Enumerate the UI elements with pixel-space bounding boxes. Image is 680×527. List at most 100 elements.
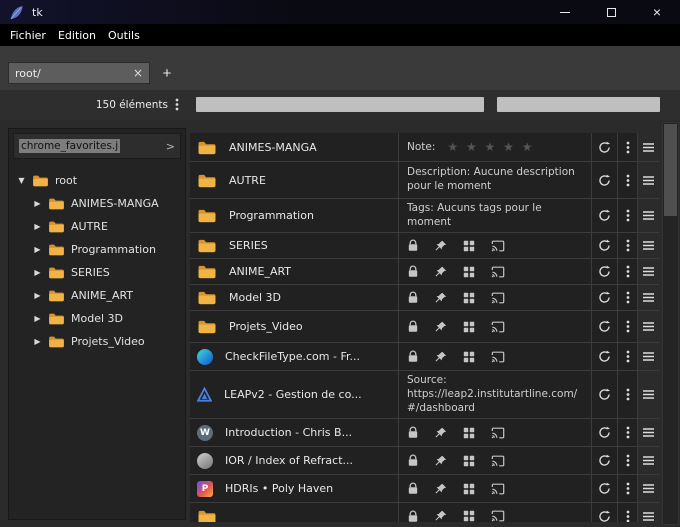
more-options-button[interactable] bbox=[617, 259, 637, 285]
pin-icon[interactable] bbox=[435, 292, 447, 304]
lock-icon[interactable] bbox=[407, 291, 419, 304]
pin-icon[interactable] bbox=[435, 321, 447, 333]
list-item[interactable]: AUTRE Description: Aucune description po… bbox=[190, 162, 659, 199]
menu-fichier[interactable]: Fichier bbox=[4, 29, 52, 42]
list-item[interactable]: Projets_Video bbox=[190, 311, 659, 344]
list-item[interactable]: ANIMES-MANGA Note: ★ ★ ★ ★ ★ bbox=[190, 133, 659, 162]
cast-icon[interactable] bbox=[491, 510, 505, 522]
tree-item-series[interactable]: ▶ SERIES bbox=[9, 261, 185, 284]
pin-icon[interactable] bbox=[435, 266, 447, 278]
tree-item-anime-art[interactable]: ▶ ANIME_ART bbox=[9, 284, 185, 307]
more-options-button[interactable] bbox=[617, 475, 637, 503]
more-options-button[interactable] bbox=[617, 133, 637, 161]
expander-closed-icon[interactable]: ▶ bbox=[33, 337, 42, 346]
cast-icon[interactable] bbox=[491, 240, 505, 252]
refresh-button[interactable] bbox=[592, 259, 617, 284]
expand-arrow-icon[interactable]: > bbox=[166, 140, 175, 153]
maximize-button[interactable] bbox=[588, 0, 634, 24]
minimize-button[interactable] bbox=[542, 0, 588, 24]
refresh-button[interactable] bbox=[592, 233, 617, 258]
menu-button[interactable] bbox=[637, 311, 659, 343]
cast-icon[interactable] bbox=[491, 292, 505, 304]
cast-icon[interactable] bbox=[491, 321, 505, 333]
more-options-button[interactable] bbox=[617, 233, 637, 259]
refresh-button[interactable] bbox=[592, 419, 617, 446]
grid-icon[interactable] bbox=[463, 455, 475, 467]
grid-icon[interactable] bbox=[463, 321, 475, 333]
cast-icon[interactable] bbox=[491, 483, 505, 495]
pin-icon[interactable] bbox=[435, 427, 447, 439]
expander-closed-icon[interactable]: ▶ bbox=[33, 268, 42, 277]
menu-button[interactable] bbox=[637, 343, 659, 371]
refresh-button[interactable] bbox=[592, 503, 617, 522]
refresh-button[interactable] bbox=[592, 311, 617, 342]
close-button[interactable]: × bbox=[634, 0, 680, 24]
lock-icon[interactable] bbox=[407, 454, 419, 467]
menu-button[interactable] bbox=[637, 233, 659, 259]
vertical-scrollbar[interactable] bbox=[662, 122, 679, 525]
path-input[interactable]: root/ × bbox=[8, 62, 150, 84]
expander-closed-icon[interactable]: ▶ bbox=[33, 199, 42, 208]
expander-open-icon[interactable]: ▼ bbox=[17, 176, 26, 185]
list-item[interactable] bbox=[190, 503, 659, 522]
cast-icon[interactable] bbox=[491, 427, 505, 439]
lock-icon[interactable] bbox=[407, 265, 419, 278]
grid-icon[interactable] bbox=[463, 483, 475, 495]
refresh-button[interactable] bbox=[592, 285, 617, 310]
list-item[interactable]: Model 3D bbox=[190, 285, 659, 312]
tree-item-projets-video[interactable]: ▶ Projets_Video bbox=[9, 330, 185, 353]
list-item[interactable]: LEAPv2 - Gestion de co... Source: https:… bbox=[190, 371, 659, 420]
menu-button[interactable] bbox=[637, 133, 659, 161]
lock-icon[interactable] bbox=[407, 320, 419, 333]
clear-path-icon[interactable]: × bbox=[133, 66, 143, 80]
list-item[interactable]: Programmation Tags: Aucuns tags pour le … bbox=[190, 199, 659, 234]
menu-button[interactable] bbox=[637, 475, 659, 503]
grid-icon[interactable] bbox=[463, 351, 475, 363]
more-options-button[interactable] bbox=[617, 343, 637, 371]
tree-item-autre[interactable]: ▶ AUTRE bbox=[9, 215, 185, 238]
star-rating[interactable]: ★ ★ ★ ★ ★ bbox=[447, 140, 534, 154]
expander-closed-icon[interactable]: ▶ bbox=[33, 291, 42, 300]
refresh-button[interactable] bbox=[592, 371, 617, 418]
menu-button[interactable] bbox=[637, 447, 659, 475]
pin-icon[interactable] bbox=[435, 351, 447, 363]
refresh-button[interactable] bbox=[592, 199, 617, 232]
more-options-button[interactable] bbox=[617, 447, 637, 475]
pin-icon[interactable] bbox=[435, 455, 447, 467]
count-options-icon[interactable] bbox=[175, 98, 179, 111]
pin-icon[interactable] bbox=[435, 510, 447, 522]
file-input[interactable]: chrome_favorites.j > bbox=[13, 133, 181, 159]
grid-icon[interactable] bbox=[463, 510, 475, 522]
lock-icon[interactable] bbox=[407, 426, 419, 439]
lock-icon[interactable] bbox=[407, 239, 419, 252]
more-options-button[interactable] bbox=[617, 162, 637, 198]
refresh-button[interactable] bbox=[592, 162, 617, 198]
list-item[interactable]: ANIME_ART bbox=[190, 259, 659, 286]
tree-item-root[interactable]: ▼ root bbox=[9, 169, 185, 192]
list-item[interactable]: SERIES bbox=[190, 233, 659, 260]
menu-button[interactable] bbox=[637, 503, 659, 522]
pin-icon[interactable] bbox=[435, 240, 447, 252]
tree-item-programmation[interactable]: ▶ Programmation bbox=[9, 238, 185, 261]
lock-icon[interactable] bbox=[407, 510, 419, 522]
pin-icon[interactable] bbox=[435, 483, 447, 495]
menu-button[interactable] bbox=[637, 285, 659, 311]
tree-item-model-3d[interactable]: ▶ Model 3D bbox=[9, 307, 185, 330]
menu-button[interactable] bbox=[637, 419, 659, 447]
refresh-button[interactable] bbox=[592, 133, 617, 161]
more-options-button[interactable] bbox=[617, 503, 637, 522]
expander-closed-icon[interactable]: ▶ bbox=[33, 314, 42, 323]
grid-icon[interactable] bbox=[463, 427, 475, 439]
lock-icon[interactable] bbox=[407, 482, 419, 495]
list-item[interactable]: IOR / Index of Refract... bbox=[190, 447, 659, 476]
refresh-button[interactable] bbox=[592, 475, 617, 502]
more-options-button[interactable] bbox=[617, 371, 637, 419]
refresh-button[interactable] bbox=[592, 447, 617, 474]
menu-outils[interactable]: Outils bbox=[102, 29, 146, 42]
menu-button[interactable] bbox=[637, 371, 659, 419]
more-options-button[interactable] bbox=[617, 419, 637, 447]
menu-button[interactable] bbox=[637, 199, 659, 233]
tree-item-animes-manga[interactable]: ▶ ANIMES-MANGA bbox=[9, 192, 185, 215]
expander-closed-icon[interactable]: ▶ bbox=[33, 222, 42, 231]
grid-icon[interactable] bbox=[463, 292, 475, 304]
